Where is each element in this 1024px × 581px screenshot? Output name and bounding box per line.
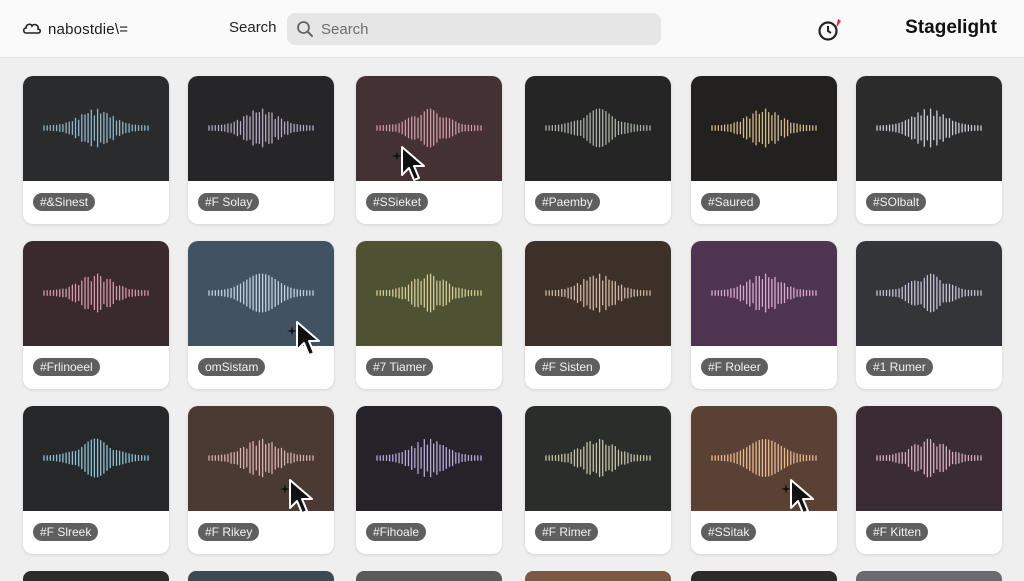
track-card[interactable]: #F Roleer	[691, 241, 837, 389]
track-tag[interactable]: #Saured	[701, 193, 761, 211]
track-tag[interactable]: #&Sinest	[33, 193, 96, 211]
track-thumbnail[interactable]	[23, 76, 169, 181]
waveform-icon	[208, 438, 314, 478]
track-card[interactable]: #Frlinoeel	[23, 241, 169, 389]
track-card[interactable]: #F Rimer	[525, 406, 671, 554]
track-tag[interactable]: #SSieket	[366, 193, 429, 211]
waveform-icon	[545, 108, 651, 148]
waveform-icon	[711, 108, 817, 148]
waveform-icon	[208, 108, 314, 148]
waveform-icon	[43, 438, 149, 478]
track-card[interactable]: #SSitak	[691, 406, 837, 554]
track-thumbnail[interactable]	[525, 241, 671, 346]
track-card[interactable]: omSistam	[188, 241, 334, 389]
search-field[interactable]	[287, 13, 661, 45]
track-card[interactable]: #F Slreek	[23, 406, 169, 554]
track-tag[interactable]: omSistam	[198, 358, 266, 376]
track-card[interactable]: #Fihoale	[356, 406, 502, 554]
track-tag[interactable]: #F Roleer	[701, 358, 768, 376]
track-card-partial[interactable]	[525, 571, 671, 581]
track-tag[interactable]: #F Slreek	[33, 523, 99, 541]
brand-logo[interactable]: nabostdie\=	[22, 18, 128, 40]
track-thumbnail[interactable]	[691, 406, 837, 511]
waveform-icon	[43, 273, 149, 313]
waveform-icon	[208, 273, 314, 313]
track-thumbnail[interactable]	[691, 76, 837, 181]
search-icon	[297, 21, 313, 37]
app-title: Stagelight	[905, 17, 997, 38]
track-tag[interactable]: #SSitak	[701, 523, 757, 541]
top-bar: nabostdie\= Search Stagelight	[0, 0, 1024, 58]
track-card-partial[interactable]	[356, 571, 502, 581]
track-card[interactable]: #Paemby	[525, 76, 671, 224]
track-card[interactable]: #7 Tiamer	[356, 241, 502, 389]
timer-alert-icon[interactable]	[816, 16, 846, 44]
track-tag[interactable]: #F Kitten	[866, 523, 929, 541]
track-thumbnail[interactable]	[525, 406, 671, 511]
cloud-logo-icon	[22, 23, 42, 34]
track-tag[interactable]: #Fihoale	[366, 523, 427, 541]
track-thumbnail[interactable]	[856, 406, 1002, 511]
track-card[interactable]: #Saured	[691, 76, 837, 224]
track-thumbnail[interactable]	[23, 406, 169, 511]
track-card-partial[interactable]	[691, 571, 837, 581]
waveform-icon	[376, 108, 482, 148]
track-tag[interactable]: #1 Rumer	[866, 358, 933, 376]
track-tag[interactable]: #7 Tiamer	[366, 358, 434, 376]
waveform-icon	[545, 273, 651, 313]
track-tag[interactable]: #F Solay	[198, 193, 260, 211]
track-tag[interactable]: #SOlbalt	[866, 193, 927, 211]
track-tag[interactable]: #Paemby	[535, 193, 600, 211]
track-card-partial[interactable]	[856, 571, 1002, 581]
track-card[interactable]: #F Rikey	[188, 406, 334, 554]
track-card-partial[interactable]	[23, 571, 169, 581]
track-card[interactable]: #1 Rumer	[856, 241, 1002, 389]
waveform-icon	[876, 108, 982, 148]
track-thumbnail[interactable]	[356, 76, 502, 181]
waveform-icon	[376, 438, 482, 478]
track-thumbnail[interactable]	[691, 241, 837, 346]
track-card[interactable]: #F Sisten	[525, 241, 671, 389]
track-card[interactable]: #SOlbalt	[856, 76, 1002, 224]
track-thumbnail[interactable]	[525, 76, 671, 181]
waveform-icon	[711, 273, 817, 313]
track-thumbnail[interactable]	[856, 76, 1002, 181]
track-tag[interactable]: #Frlinoeel	[33, 358, 100, 376]
track-card[interactable]: #&Sinest	[23, 76, 169, 224]
brand-text: nabostdie\=	[48, 20, 129, 38]
search-input[interactable]	[321, 20, 641, 38]
track-thumbnail[interactable]	[856, 241, 1002, 346]
track-card-partial[interactable]	[188, 571, 334, 581]
waveform-icon	[876, 273, 982, 313]
track-card[interactable]: #F Solay	[188, 76, 334, 224]
waveform-icon	[376, 273, 482, 313]
waveform-icon	[876, 438, 982, 478]
track-tag[interactable]: #F Rikey	[198, 523, 260, 541]
search-label: Search	[229, 19, 277, 36]
track-thumbnail[interactable]	[356, 406, 502, 511]
track-thumbnail[interactable]	[356, 241, 502, 346]
waveform-icon	[545, 438, 651, 478]
waveform-icon	[711, 438, 817, 478]
track-thumbnail[interactable]	[23, 241, 169, 346]
track-tag[interactable]: #F Sisten	[535, 358, 600, 376]
track-thumbnail[interactable]	[188, 406, 334, 511]
track-card[interactable]: #SSieket	[356, 76, 502, 224]
track-card[interactable]: #F Kitten	[856, 406, 1002, 554]
track-tag[interactable]: #F Rimer	[535, 523, 599, 541]
track-thumbnail[interactable]	[188, 241, 334, 346]
track-thumbnail[interactable]	[188, 76, 334, 181]
waveform-icon	[43, 108, 149, 148]
